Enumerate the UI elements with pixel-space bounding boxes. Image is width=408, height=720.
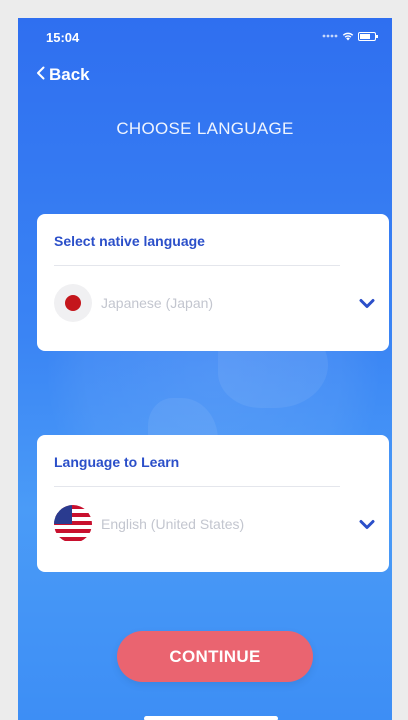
- home-indicator: [144, 716, 278, 720]
- battery-icon: [358, 31, 378, 41]
- wifi-icon: [342, 31, 354, 41]
- native-language-select[interactable]: Japanese (Japan): [54, 283, 376, 323]
- back-label: Back: [49, 65, 90, 84]
- status-icons: [322, 30, 378, 42]
- page-title: CHOOSE LANGUAGE: [116, 119, 294, 138]
- divider: [54, 486, 340, 487]
- native-language-card: Select native language Japanese (Japan): [37, 214, 389, 351]
- native-language-value: Japanese (Japan): [101, 295, 214, 311]
- chevron-down-icon[interactable]: [358, 294, 376, 312]
- learn-language-value: English (United States): [101, 516, 245, 532]
- japan-flag-icon: [54, 284, 92, 322]
- back-button[interactable]: Back: [36, 65, 90, 85]
- divider: [54, 265, 340, 266]
- native-language-label: Select native language: [54, 233, 205, 249]
- learn-language-select[interactable]: English (United States): [54, 504, 376, 544]
- phone-screen: 15:04 Back CHOOSE LANGUAGE Select native…: [18, 18, 392, 720]
- continue-button[interactable]: CONTINUE: [117, 631, 313, 682]
- learn-language-label: Language to Learn: [54, 454, 180, 470]
- status-bar: 15:04: [18, 18, 392, 58]
- learn-language-card: Language to Learn English (United States…: [37, 435, 389, 572]
- us-flag-icon: [54, 505, 92, 543]
- status-time: 15:04: [46, 30, 80, 45]
- chevron-down-icon[interactable]: [358, 515, 376, 533]
- signal-dots-icon: [322, 30, 338, 42]
- chevron-left-icon: [36, 66, 45, 85]
